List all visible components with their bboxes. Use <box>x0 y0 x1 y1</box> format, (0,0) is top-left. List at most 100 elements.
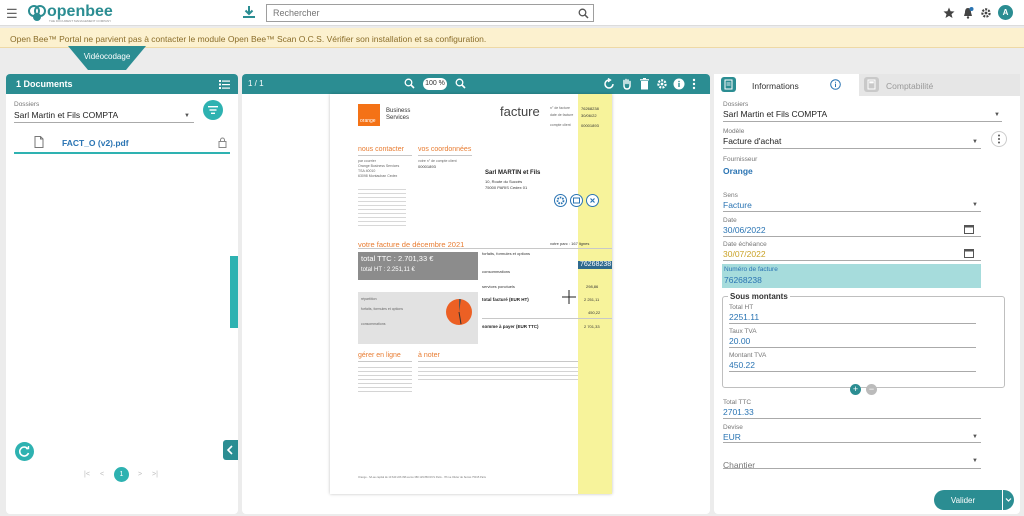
chevron-down-icon[interactable]: ▼ <box>972 458 978 464</box>
validate-button[interactable]: Valider <box>934 490 1002 510</box>
search-icon[interactable] <box>578 8 589 19</box>
total-ttc-box: total TTC : 2.701,33 € total HT : 2.251,… <box>358 252 478 280</box>
tva-amount-label: Montant TVA <box>729 352 767 359</box>
ocr-settings-icon[interactable] <box>554 194 567 207</box>
file-name[interactable]: FACT_O (v2).pdf <box>62 138 129 148</box>
user-avatar[interactable]: A <box>998 5 1013 20</box>
chevron-down-icon[interactable]: ▼ <box>972 202 978 208</box>
due-date-input[interactable]: 30/07/2022 <box>723 249 766 259</box>
recipient-address-1: 10, Route du Succès <box>485 179 523 184</box>
zoom-in-icon[interactable] <box>455 78 466 89</box>
folder-select-right[interactable]: Sarl Martin et Fils COMPTA <box>723 109 827 119</box>
metadata-panel: Informations Comptabilité Dossiers Sarl … <box>714 74 1020 514</box>
currency-select[interactable]: EUR <box>723 432 741 442</box>
line-services-value: 298,86 <box>586 284 599 289</box>
info-icon[interactable] <box>673 78 685 90</box>
ref-label-3: compte client <box>550 123 571 127</box>
calendar-icon[interactable] <box>964 248 974 258</box>
rotate-icon[interactable] <box>603 78 615 90</box>
invoice-number-input[interactable]: 76268238 <box>724 275 762 285</box>
model-select[interactable]: Facture d'achat <box>723 136 781 146</box>
trash-icon[interactable] <box>639 78 650 90</box>
date-input[interactable]: 30/06/2022 <box>723 225 766 235</box>
zoom-level[interactable]: 100 % <box>423 78 447 90</box>
list-view-icon[interactable] <box>219 79 230 89</box>
parc-label: votre parc : 167 lignes <box>550 241 590 246</box>
file-icon <box>34 136 44 148</box>
brand-line1: Business <box>386 108 411 114</box>
remove-sub-amount-button[interactable]: − <box>866 384 877 395</box>
ref-value-2: 30/06/22 <box>581 113 597 118</box>
recipient-name: Sarl MARTIN et Fils <box>485 170 541 176</box>
ocr-frame-icon[interactable] <box>570 194 583 207</box>
line-total-ht: total facturé (EUR HT) <box>482 297 529 302</box>
warning-banner: Open Bee™ Portal ne parvient pas à conta… <box>0 28 1024 48</box>
invoice-number-field[interactable]: Numéro de facture 76268238 <box>722 264 981 288</box>
breakdown-pie <box>446 299 472 325</box>
breakdown-forfaits: forfaits, formules et options <box>361 307 404 311</box>
videocodage-tab[interactable]: Vidéocodage <box>68 46 146 70</box>
calculator-icon <box>864 77 879 92</box>
tva-rate-input[interactable]: 20.00 <box>729 336 750 346</box>
search-bar[interactable] <box>266 4 594 22</box>
more-options-button[interactable] <box>991 131 1007 147</box>
page-1-button[interactable]: 1 <box>114 467 129 482</box>
total-ht-input[interactable]: 2251.11 <box>729 312 759 322</box>
direction-select[interactable]: Facture <box>723 200 752 210</box>
file-item[interactable]: FACT_O (v2).pdf <box>14 132 230 154</box>
refresh-icon <box>18 446 30 457</box>
invoice-title: facture <box>500 104 540 119</box>
tva-amount-input[interactable]: 450.22 <box>729 360 755 370</box>
chevron-down-icon[interactable]: ▼ <box>972 139 978 145</box>
add-sub-amount-button[interactable]: + <box>850 384 861 395</box>
bell-icon[interactable] <box>962 7 974 19</box>
breakdown-conso: consommations <box>361 322 386 326</box>
more-vertical-icon[interactable] <box>692 78 696 90</box>
first-page-icon[interactable]: |< <box>84 471 90 478</box>
folder-select[interactable]: Sarl Martin et Fils COMPTA <box>14 110 118 120</box>
top-bar: ☰ openbee THE DOCUMENT MANAGEMENT COMPAN… <box>0 0 1024 26</box>
supplier-value[interactable]: Orange <box>723 166 753 176</box>
bee-logo-icon <box>28 5 46 21</box>
coords-line-1: votre n° de compte client <box>418 159 457 163</box>
tva-rate-label: Taux TVA <box>729 328 757 335</box>
prev-page-icon[interactable]: < <box>100 471 104 478</box>
next-page-icon[interactable]: > <box>138 471 142 478</box>
viewer-side-handle[interactable] <box>230 256 238 328</box>
hamburger-icon[interactable]: ☰ <box>6 6 18 22</box>
repartition-label: répartition <box>361 297 377 301</box>
logo-tagline: THE DOCUMENT MANAGEMENT COMPANY <box>49 19 112 23</box>
total-ttc-input[interactable]: 2701.33 <box>723 407 754 417</box>
settings-icon[interactable] <box>656 78 668 90</box>
star-icon[interactable] <box>943 7 955 19</box>
search-input[interactable] <box>273 8 573 18</box>
chevron-down-icon[interactable]: ▼ <box>184 113 190 119</box>
line-forfaits: forfaits, formules et options <box>482 251 531 256</box>
ocr-detected-value[interactable]: 76268238 <box>578 261 612 269</box>
tab-informations[interactable]: Informations <box>714 74 859 96</box>
filter-icon <box>208 106 218 114</box>
hand-tool-icon[interactable] <box>621 78 633 90</box>
collapse-panel-button[interactable] <box>223 440 238 460</box>
tab-comptabilite[interactable]: Comptabilité <box>859 74 1020 96</box>
invoice-page: orange Business Services facture n° de f… <box>330 94 612 494</box>
lock-icon[interactable] <box>218 137 227 148</box>
ocr-close-icon[interactable] <box>586 194 599 207</box>
validate-options-button[interactable] <box>1003 490 1014 510</box>
info-circle-icon[interactable] <box>830 79 841 90</box>
manage-text-block <box>358 364 412 392</box>
openbee-logo[interactable]: openbee THE DOCUMENT MANAGEMENT COMPANY <box>27 2 117 24</box>
refresh-button[interactable] <box>15 442 34 461</box>
calendar-icon[interactable] <box>964 224 974 234</box>
chevron-down-icon[interactable]: ▼ <box>994 112 1000 118</box>
zoom-out-icon[interactable] <box>404 78 415 89</box>
tab-informations-label: Informations <box>752 81 799 91</box>
last-page-icon[interactable]: >| <box>152 471 158 478</box>
chevron-down-icon <box>1005 498 1012 502</box>
filter-button[interactable] <box>203 100 223 120</box>
model-label: Modèle <box>723 128 745 135</box>
manage-heading: gérer en ligne <box>358 352 401 359</box>
gear-icon[interactable] <box>980 7 992 19</box>
chevron-down-icon[interactable]: ▼ <box>972 434 978 440</box>
upload-icon[interactable] <box>242 5 256 19</box>
